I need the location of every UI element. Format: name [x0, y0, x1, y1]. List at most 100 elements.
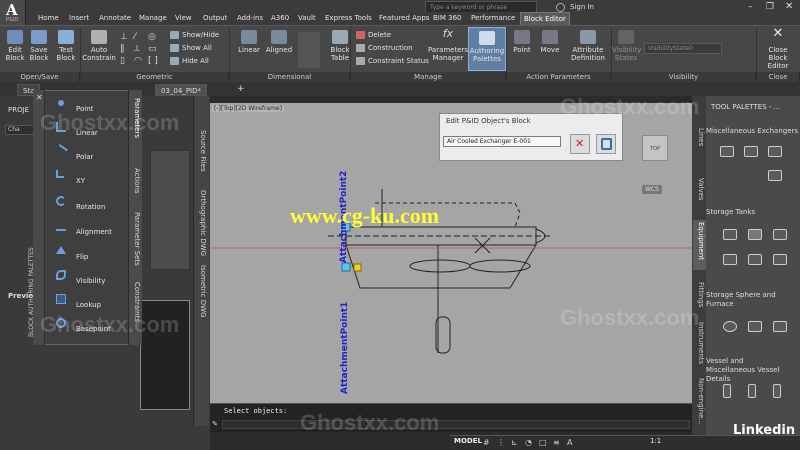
delete-button[interactable]: Delete — [356, 30, 391, 41]
exchanger-icon[interactable] — [768, 170, 782, 181]
authoring-palettes-button[interactable]: Authoring Palettes — [468, 27, 506, 71]
restore-icon[interactable]: ❐ — [766, 2, 774, 12]
tab-add-ins[interactable]: Add-ins — [234, 12, 266, 25]
palette-item-visibility[interactable]: Visibility — [50, 270, 118, 292]
tank-icon[interactable] — [748, 254, 762, 265]
show-hide-button[interactable]: Show/Hide — [170, 30, 219, 41]
coincident-icon[interactable]: ⊥ — [120, 32, 128, 42]
furnace-icon[interactable] — [773, 321, 787, 332]
parameter-sets-tab[interactable]: Parameter Sets — [133, 212, 141, 266]
group-geometric-label[interactable]: Geometric — [81, 72, 229, 82]
symmetric-icon[interactable]: [ ] — [148, 56, 158, 66]
tank-icon[interactable] — [723, 254, 737, 265]
snap-icon[interactable]: ⋮ — [497, 438, 505, 447]
discard-button[interactable]: ✕ — [570, 134, 590, 154]
grid-icon[interactable]: # — [483, 438, 490, 447]
exchanger-icon[interactable] — [744, 146, 758, 157]
project-tree[interactable] — [150, 150, 190, 270]
parallel-icon[interactable]: ∥ — [120, 44, 125, 54]
test-block-button[interactable]: Test Block — [54, 30, 78, 62]
sphere-icon[interactable] — [723, 321, 737, 332]
tab-manage[interactable]: Manage — [136, 12, 170, 25]
actions-tab[interactable]: Actions — [133, 168, 141, 194]
tab-a360[interactable]: A360 — [268, 12, 292, 25]
orthographic-dwg-tab[interactable]: Orthographic DWG — [199, 190, 207, 256]
linear-dim-button[interactable]: Linear — [236, 30, 262, 54]
lines-tab[interactable]: Lines — [697, 128, 705, 146]
save-button[interactable] — [596, 134, 616, 154]
tool-palettes-title[interactable]: TOOL PALETTES - ... — [711, 103, 780, 111]
tab-bim-360[interactable]: BIM 360 — [430, 12, 465, 25]
close-block-editor-button[interactable]: ✕ Close Block Editor — [758, 27, 798, 70]
visibility-state-dropdown[interactable]: VisibilityState0 — [644, 43, 722, 54]
fittings-tab[interactable]: Fittings — [697, 282, 705, 307]
exchanger-icon[interactable] — [720, 146, 734, 157]
aligned-dim-button[interactable]: Aligned — [265, 30, 293, 54]
osnap-icon[interactable]: □ — [539, 438, 547, 447]
tank-icon[interactable] — [773, 229, 787, 240]
lineweight-icon[interactable]: ≡ — [553, 438, 560, 447]
isometric-dwg-tab[interactable]: Isometric DWG — [199, 265, 207, 318]
point-param-button[interactable]: Point — [510, 30, 534, 54]
tangent-icon[interactable]: ◠ — [134, 56, 142, 66]
tab-view[interactable]: View — [172, 12, 195, 25]
vessel-icon[interactable] — [723, 384, 731, 398]
horizontal-icon[interactable]: ▭ — [148, 44, 157, 54]
perpendicular-icon[interactable]: ⟂ — [134, 44, 140, 54]
user-icon[interactable] — [556, 3, 565, 12]
palette-item-flip[interactable]: Flip — [50, 246, 118, 268]
parameters-manager-button[interactable]: fx Parameters Manager — [428, 28, 468, 62]
tab-block-editor[interactable]: Block Editor — [520, 12, 570, 25]
tank-icon[interactable] — [723, 229, 737, 240]
auto-constrain-button[interactable]: Auto Constrain — [82, 30, 116, 62]
ortho-icon[interactable]: ⊾ — [511, 438, 518, 447]
command-input[interactable] — [222, 420, 690, 429]
annotation-icon[interactable]: A — [567, 438, 572, 447]
palette-item-xy[interactable]: XY — [50, 170, 118, 192]
equipment-tab[interactable]: Equipment — [697, 222, 705, 260]
sign-in-link[interactable]: Sign In — [570, 3, 594, 11]
vessel-icon[interactable] — [748, 384, 756, 398]
block-table-button[interactable]: Block Table — [325, 30, 355, 62]
group-dimensional-label[interactable]: Dimensional — [230, 72, 350, 82]
annotation-scale[interactable]: 1:1 — [650, 437, 661, 445]
source-files-tab[interactable]: Source Files — [199, 130, 207, 172]
constraint-status-button[interactable]: Constraint Status — [356, 56, 429, 67]
model-space-button[interactable]: MODEL — [454, 437, 482, 445]
close-icon[interactable]: ✕ — [785, 1, 793, 12]
collinear-icon[interactable]: ⁄ — [134, 32, 136, 42]
palette-item-rotation[interactable]: Rotation — [50, 196, 118, 218]
show-all-button[interactable]: Show All — [170, 43, 212, 54]
tab-insert[interactable]: Insert — [66, 12, 92, 25]
visibility-states-button[interactable]: Action Parameters Visibility States — [612, 30, 641, 62]
furnace-icon[interactable] — [748, 321, 762, 332]
new-tab-icon[interactable]: + — [237, 84, 245, 94]
viewport-label[interactable]: [-][Top][2D Wireframe] — [212, 105, 284, 112]
tank-icon[interactable] — [773, 254, 787, 265]
app-logo[interactable]: A P&ID — [0, 0, 26, 26]
attribute-definition-button[interactable]: Attribute Definition — [568, 30, 608, 62]
project-dropdown[interactable]: Cha — [5, 125, 35, 135]
palette-item-polar[interactable]: Polar — [50, 144, 118, 168]
wrench-icon[interactable]: ✎ — [212, 420, 218, 428]
concentric-icon[interactable]: ◎ — [148, 32, 156, 42]
group-close-label[interactable]: Close — [757, 72, 800, 82]
palette-close-icon[interactable]: ✕ — [36, 93, 43, 102]
wcs-menu[interactable]: WCS — [642, 185, 662, 194]
tab-performance[interactable]: Performance — [468, 12, 518, 25]
dialog-field[interactable]: Air Cooled Exchanger E-001 — [443, 136, 561, 147]
exchanger-icon[interactable] — [768, 146, 782, 157]
valves-tab[interactable]: Valves — [697, 178, 705, 201]
hide-all-button[interactable]: Hide All — [170, 56, 209, 67]
save-block-button[interactable]: Save Block — [28, 30, 50, 62]
tab-output[interactable]: Output — [200, 12, 230, 25]
view-cube[interactable]: TOP — [642, 135, 668, 161]
group-manage-label[interactable]: Manage — [351, 72, 506, 82]
tab-featured-apps[interactable]: Featured Apps — [376, 12, 432, 25]
palette-item-alignment[interactable]: Alignment — [50, 221, 118, 243]
construction-button[interactable]: Construction — [356, 43, 413, 54]
minimize-icon[interactable]: – — [748, 2, 753, 12]
tank-icon[interactable] — [748, 229, 762, 240]
vertical-icon[interactable]: ▯ — [120, 56, 125, 66]
polar-icon[interactable]: ◔ — [525, 438, 532, 447]
